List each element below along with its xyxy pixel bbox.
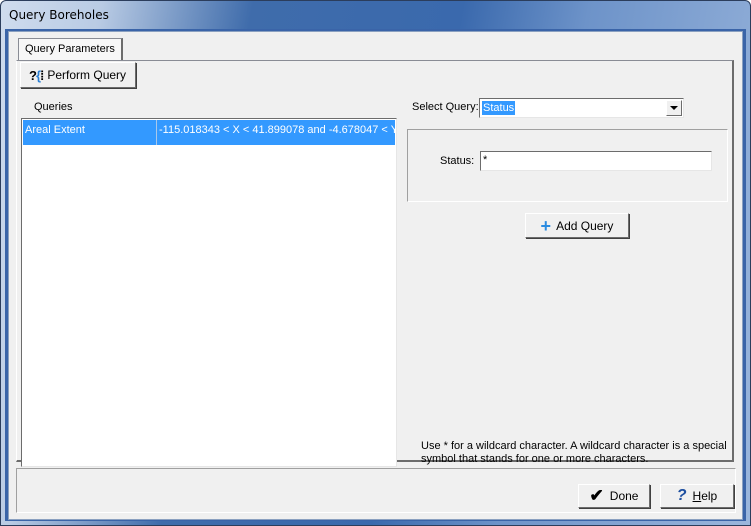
help-icon: ? — [676, 487, 687, 504]
add-query-label: Add Query — [556, 218, 614, 233]
done-button[interactable]: ✔ Done — [578, 484, 650, 508]
add-query-button[interactable]: + Add Query — [525, 213, 629, 238]
perform-query-label: Perform Query — [47, 68, 127, 82]
queries-list[interactable]: Areal Extent -115.018343 < X < 41.899078… — [21, 118, 397, 467]
status-input[interactable]: * — [480, 151, 712, 171]
perform-query-button[interactable]: ?{⁞ Perform Query — [20, 62, 136, 88]
window-title: Query Boreholes — [9, 8, 109, 22]
title-bar[interactable]: Query Boreholes — [1, 1, 750, 31]
done-label: Done — [609, 489, 639, 503]
help-button[interactable]: ? Help — [660, 484, 734, 508]
help-label: Help — [692, 489, 718, 503]
checkmark-icon: ✔ — [589, 486, 604, 505]
list-item[interactable]: Areal Extent -115.018343 < X < 41.899078… — [23, 120, 395, 145]
wildcard-hint: Use * for a wildcard character. A wildca… — [421, 440, 727, 465]
query-expression: -115.018343 < X < 41.899078 and -4.67804… — [159, 124, 395, 136]
dialog-client-area: Query Parameters ?{⁞ Perform Query Queri… — [8, 31, 743, 520]
chevron-down-icon[interactable] — [666, 100, 682, 116]
select-query-label: Select Query: — [412, 101, 479, 113]
plus-icon: + — [540, 215, 552, 236]
tab-query-parameters[interactable]: Query Parameters — [18, 38, 123, 61]
queries-label: Queries — [34, 101, 73, 113]
dialog-window: Query Boreholes Query Parameters ?{⁞ Per… — [0, 0, 751, 526]
query-name: Areal Extent — [23, 120, 157, 145]
status-label: Status: — [440, 155, 475, 167]
select-query-value: Status — [482, 101, 516, 115]
query-icon: ?{⁞ — [29, 67, 44, 83]
select-query-dropdown[interactable]: Status — [479, 98, 684, 118]
